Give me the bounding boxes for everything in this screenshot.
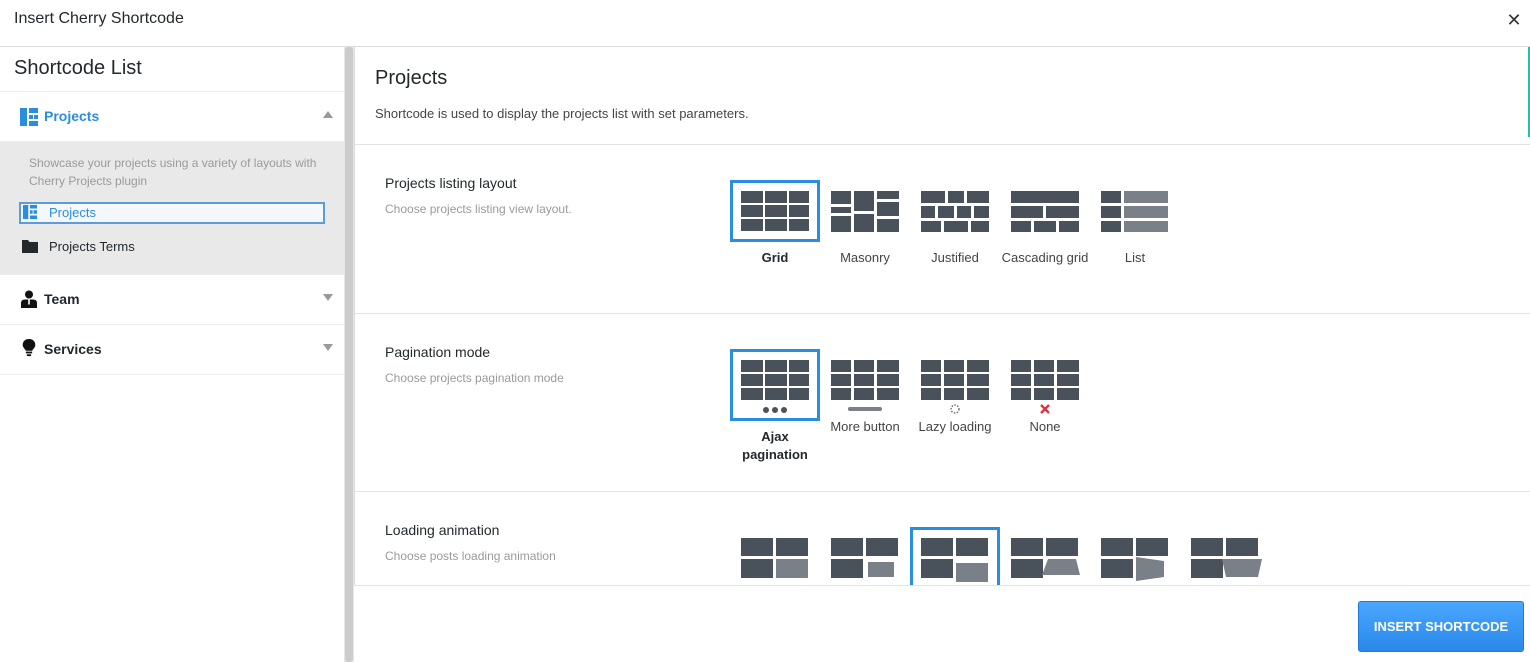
ajax-pagination-icon: [730, 349, 820, 421]
section-description: Choose projects listing view layout.: [385, 202, 572, 216]
animation-option-3[interactable]: [910, 527, 1000, 585]
sidebar-group-team[interactable]: Team: [0, 275, 344, 325]
panel-title: Projects: [375, 67, 448, 89]
layout-option-cascading-grid[interactable]: Cascading grid: [1000, 180, 1090, 267]
cascading-grid-layout-icon: [1000, 180, 1090, 242]
animation-scale-icon: [820, 527, 910, 585]
folder-icon: [22, 240, 38, 253]
pagination-option-lazy-loading[interactable]: Lazy loading: [910, 349, 1000, 436]
sidebar-item-label: Projects Terms: [49, 239, 135, 254]
pagination-option-ajax[interactable]: Ajax pagination: [730, 349, 820, 464]
animation-option-2[interactable]: [820, 527, 910, 585]
projects-grid-icon: [20, 108, 38, 126]
scrollbar-thumb[interactable]: [345, 47, 353, 662]
sidebar-group-label: Projects: [44, 108, 100, 124]
option-label: Grid: [761, 250, 789, 265]
layout-option-grid[interactable]: Grid: [730, 180, 820, 267]
dialog-titlebar: Insert Cherry Shortcode ✕: [0, 0, 1530, 47]
shortcode-settings-panel: Projects Shortcode is used to display th…: [354, 47, 1530, 585]
option-label: Cascading grid: [1001, 250, 1089, 265]
option-label: Justified: [931, 250, 979, 265]
section-description: Choose posts loading animation: [385, 549, 556, 563]
sidebar-item-label: Projects: [49, 205, 96, 220]
close-icon[interactable]: ✕: [1506, 10, 1522, 30]
team-user-icon: [21, 290, 37, 308]
animation-fall-perspective-icon: [1180, 527, 1270, 585]
pagination-option-more-button[interactable]: More button: [820, 349, 910, 436]
sidebar-item-projects[interactable]: Projects: [19, 202, 325, 224]
layout-option-masonry[interactable]: Masonry: [820, 180, 910, 267]
sidebar-group-label: Services: [44, 341, 102, 357]
panel-description: Shortcode is used to display the project…: [375, 106, 749, 121]
sidebar-heading: Shortcode List: [0, 47, 344, 92]
dialog-footer: INSERT SHORTCODE: [354, 585, 1530, 662]
layout-option-list[interactable]: List: [1090, 180, 1180, 267]
sidebar-group-services[interactable]: Services: [0, 325, 344, 375]
sidebar-group-projects-body: Showcase your projects using a variety o…: [0, 142, 344, 275]
masonry-layout-icon: [820, 180, 910, 242]
animation-option-1[interactable]: [730, 527, 820, 585]
section-title: Pagination mode: [385, 344, 491, 360]
dialog-title: Insert Cherry Shortcode: [14, 10, 184, 27]
section-loading-animation: Loading animation Choose posts loading a…: [355, 492, 1530, 585]
grid-layout-icon: [730, 180, 820, 242]
section-pagination-mode: Pagination mode Choose projects paginati…: [355, 314, 1530, 492]
animation-option-6[interactable]: [1180, 527, 1270, 585]
pagination-option-none[interactable]: None: [1000, 349, 1090, 436]
lightbulb-icon: [22, 339, 36, 357]
section-description: Choose projects pagination mode: [385, 371, 564, 385]
expand-arrow-icon[interactable]: [323, 294, 333, 301]
option-label: Masonry: [840, 250, 890, 265]
animation-option-5[interactable]: [1090, 527, 1180, 585]
section-listing-layout: Projects listing layout Choose projects …: [355, 145, 1530, 314]
section-title: Projects listing layout: [385, 175, 517, 191]
shortcode-sidebar: Shortcode List Projects Showcase your pr…: [0, 47, 344, 662]
spinner-icon: [950, 404, 960, 414]
insert-shortcode-button[interactable]: INSERT SHORTCODE: [1358, 601, 1524, 652]
more-button-pagination-icon: [820, 349, 910, 421]
expand-arrow-icon[interactable]: [323, 344, 333, 351]
lazy-loading-pagination-icon: [910, 349, 1000, 421]
collapse-arrow-icon[interactable]: [323, 111, 333, 118]
sidebar-group-projects[interactable]: Projects: [0, 92, 344, 142]
panel-header: Projects Shortcode is used to display th…: [355, 47, 1530, 145]
layout-option-justified[interactable]: Justified: [910, 180, 1000, 267]
sidebar-scrollbar[interactable]: [344, 47, 354, 662]
projects-grid-icon: [23, 205, 37, 219]
option-label: Ajax pagination: [742, 429, 808, 462]
justified-layout-icon: [910, 180, 1000, 242]
section-title: Loading animation: [385, 522, 500, 538]
no-pagination-icon: [1000, 349, 1090, 421]
group-description: Showcase your projects using a variety o…: [29, 156, 317, 188]
sidebar-group-label: Team: [44, 291, 80, 307]
animation-move-up-icon: [910, 527, 1000, 585]
animation-helix-icon: [1090, 527, 1180, 585]
animation-flip-icon: [1000, 527, 1090, 585]
sidebar-item-projects-terms[interactable]: Projects Terms: [19, 236, 325, 258]
option-label: List: [1124, 250, 1146, 265]
animation-fade-icon: [730, 527, 820, 585]
animation-option-4[interactable]: [1000, 527, 1090, 585]
list-layout-icon: [1090, 180, 1180, 242]
cross-icon: [1040, 404, 1050, 414]
